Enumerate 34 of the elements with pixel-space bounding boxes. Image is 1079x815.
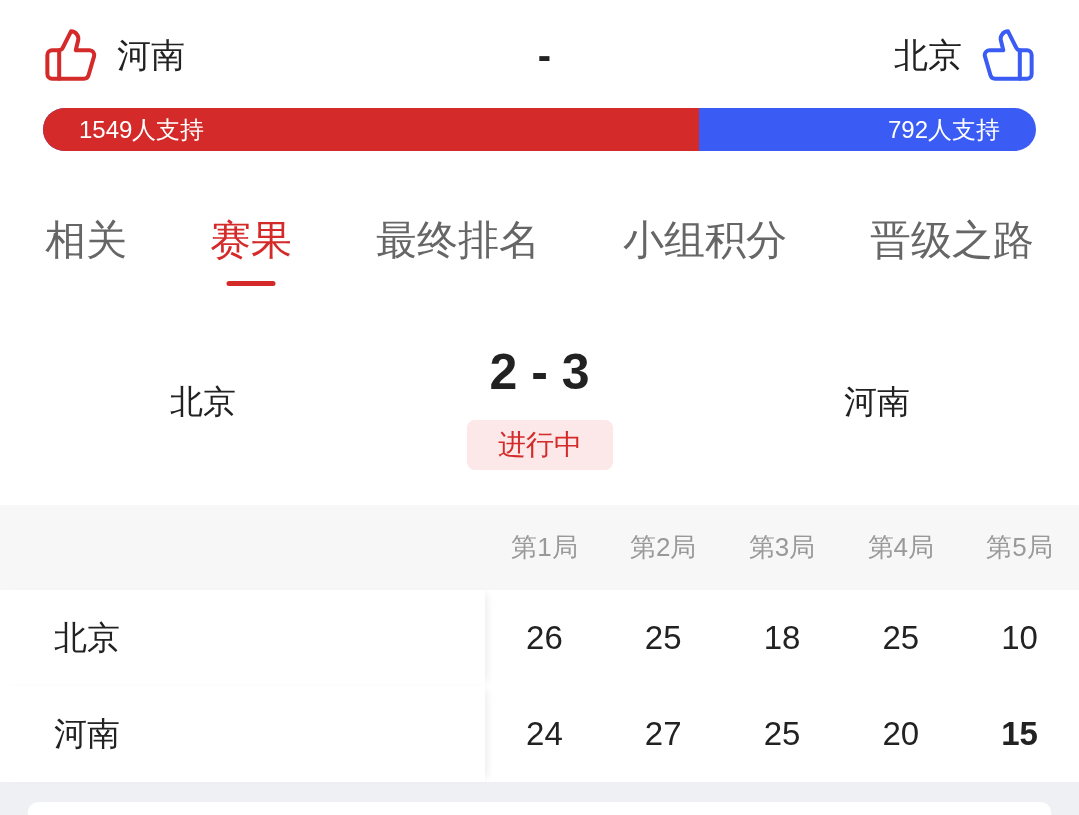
column-header: 第2局 xyxy=(629,531,697,564)
score-cell-text: 20 xyxy=(882,714,920,755)
tab[interactable]: 相关 xyxy=(45,213,127,267)
thumbs-up-icon[interactable] xyxy=(982,29,1034,81)
score-cell-text: 25 xyxy=(763,714,801,755)
score-cell-text: 25 xyxy=(644,618,682,659)
column-header: 第4局 xyxy=(867,531,934,564)
tab[interactable]: 小组积分 xyxy=(622,213,787,267)
score-cell-text: 24 xyxy=(526,714,563,755)
tab[interactable]: 晋级之路 xyxy=(870,213,1034,267)
team-name: 河南 xyxy=(843,382,910,422)
tab[interactable]: 赛果 xyxy=(210,213,293,267)
tab[interactable]: 最终排名 xyxy=(375,213,540,267)
column-header: 第3局 xyxy=(748,531,816,564)
score-cell-text: 27 xyxy=(644,714,682,755)
column-header: 第1局 xyxy=(511,531,578,564)
table-cell: 河南 xyxy=(0,686,485,782)
support-count: 1549人支持 xyxy=(79,114,205,145)
status-badge: 进行中 xyxy=(466,420,613,470)
column-header: 第5局 xyxy=(986,531,1053,564)
support-count: 792人支持 xyxy=(887,114,1000,145)
team-name: 北京 xyxy=(170,382,236,422)
team-name: 北京 xyxy=(894,34,962,76)
score-cell-text: 15 xyxy=(1001,714,1038,755)
score-cell-text: 25 xyxy=(882,618,920,659)
score-cell-text: 26 xyxy=(526,618,563,659)
match-score: 2 - 3 xyxy=(489,343,590,402)
score-cell-text: 18 xyxy=(763,618,801,659)
team-name: 河南 xyxy=(117,34,185,76)
score-cell-text: 10 xyxy=(1001,618,1038,659)
thumbs-up-icon[interactable] xyxy=(45,29,97,81)
table-cell: 北京 xyxy=(0,590,485,686)
separator-text: - xyxy=(536,32,552,79)
active-tab-indicator xyxy=(226,281,276,286)
